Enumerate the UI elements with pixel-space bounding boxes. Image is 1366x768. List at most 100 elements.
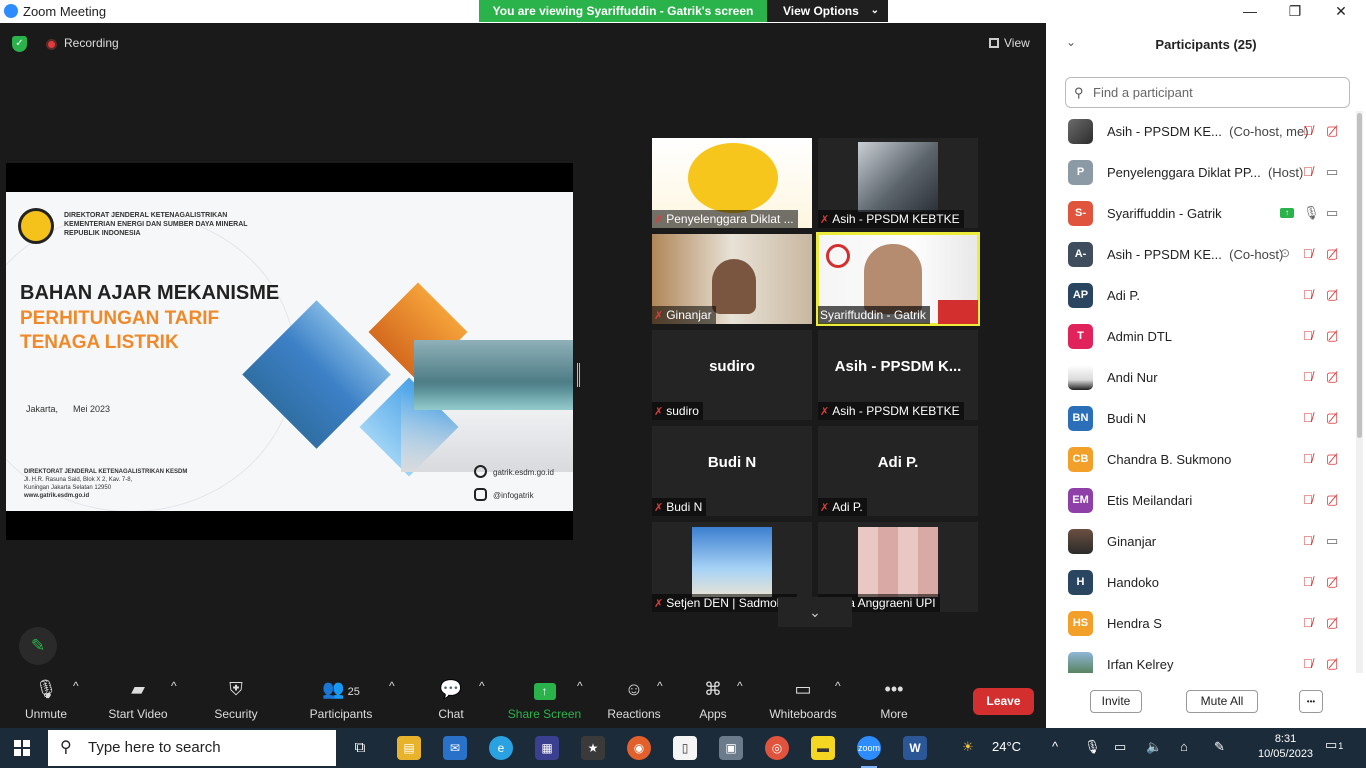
- participant-row[interactable]: AP Adi P. 🎙̸ ▢̸: [1046, 275, 1356, 316]
- video-options-caret[interactable]: ^: [171, 679, 177, 693]
- sticky-notes-icon[interactable]: ▬: [811, 736, 835, 760]
- video-off-icon[interactable]: ▢̸: [1326, 492, 1338, 508]
- video-tile[interactable]: ✗ Penyelenggara Diklat ...: [652, 138, 812, 228]
- chat-button[interactable]: 💬 Chat: [433, 679, 469, 721]
- video-tile-active-speaker[interactable]: Syariffuddin - Gatrik: [816, 232, 980, 326]
- battery-icon[interactable]: ▭: [1114, 739, 1126, 755]
- file-explorer-icon[interactable]: ▤: [397, 736, 421, 760]
- annotate-pencil-icon[interactable]: ✎: [19, 627, 57, 665]
- view-button[interactable]: View: [989, 36, 1030, 50]
- microphone-icon[interactable]: 🎙: [1084, 739, 1101, 755]
- next-page-chevron-icon[interactable]: ⌄: [778, 597, 852, 627]
- close-button[interactable]: ✕: [1318, 0, 1364, 22]
- muted-mic-icon[interactable]: 🎙̸: [1303, 615, 1313, 630]
- video-on-icon[interactable]: ▭: [1326, 164, 1338, 180]
- video-tile[interactable]: Adi P. ✗ Adi P.: [818, 426, 978, 516]
- video-tile[interactable]: sudiro ✗ sudiro: [652, 330, 812, 420]
- chrome-icon[interactable]: ◎: [765, 736, 789, 760]
- minimize-button[interactable]: —: [1227, 0, 1273, 22]
- muted-mic-icon[interactable]: 🎙̸: [1303, 369, 1313, 384]
- resize-handle[interactable]: [577, 363, 580, 387]
- video-off-icon[interactable]: ▢̸: [1326, 656, 1338, 672]
- view-options-button[interactable]: View Options ⌄: [767, 0, 888, 22]
- zoom-taskbar-icon[interactable]: zoom: [857, 736, 881, 768]
- app-icon[interactable]: ★: [581, 736, 605, 760]
- restore-button[interactable]: ❐: [1272, 0, 1318, 22]
- participant-row[interactable]: EM Etis Meilandari 🎙̸ ▢̸: [1046, 480, 1356, 521]
- participants-button[interactable]: 👥 25 Participants: [306, 679, 376, 721]
- reactions-button[interactable]: ☺ Reactions: [605, 679, 663, 721]
- muted-mic-icon[interactable]: 🎙̸: [1303, 492, 1313, 507]
- participant-row[interactable]: P Penyelenggara Diklat PP... (Host) 🎙̸ ▭: [1046, 152, 1356, 193]
- video-tile[interactable]: ✗ Ginanjar: [652, 234, 812, 324]
- video-off-icon[interactable]: ▢̸: [1326, 328, 1338, 344]
- app-icon[interactable]: ▣: [719, 736, 743, 760]
- participant-row[interactable]: S- Syariffuddin - Gatrik ↑ 🎙 ▭: [1046, 193, 1356, 234]
- audio-options-caret[interactable]: ^: [73, 679, 79, 693]
- apps-button[interactable]: ⌘ Apps: [696, 679, 730, 721]
- video-off-icon[interactable]: ▢̸: [1326, 123, 1338, 139]
- participant-row[interactable]: Asih - PPSDM KE... (Co-host, me) 🎙̸ ▢̸: [1046, 111, 1356, 152]
- participant-list-scrollbar[interactable]: [1356, 111, 1363, 673]
- weather-icon[interactable]: ☀: [962, 739, 974, 755]
- muted-mic-icon[interactable]: 🎙̸: [1303, 287, 1313, 302]
- network-icon[interactable]: ⌂: [1180, 739, 1188, 754]
- pen-icon[interactable]: ✎: [1214, 739, 1225, 755]
- participant-row[interactable]: HS Hendra S 🎙̸ ▢̸: [1046, 603, 1356, 644]
- chat-options-caret[interactable]: ^: [479, 679, 485, 693]
- muted-mic-icon[interactable]: 🎙̸: [1303, 164, 1313, 179]
- more-button[interactable]: ••• More: [876, 679, 912, 721]
- video-off-icon[interactable]: ▢̸: [1326, 615, 1338, 631]
- participant-row[interactable]: BN Budi N 🎙̸ ▢̸: [1046, 398, 1356, 439]
- windows-start-icon[interactable]: [14, 740, 30, 756]
- video-off-icon[interactable]: ▢̸: [1326, 410, 1338, 426]
- participant-row[interactable]: CB Chandra B. Sukmono 🎙̸ ▢̸: [1046, 439, 1356, 480]
- participants-options-caret[interactable]: ^: [389, 679, 395, 693]
- video-off-icon[interactable]: ▢̸: [1326, 246, 1338, 262]
- video-tile[interactable]: Asih - PPSDM K... ✗ Asih - PPSDM KEBTKE: [818, 330, 978, 420]
- mute-all-button[interactable]: Mute All: [1186, 690, 1258, 713]
- unmute-button[interactable]: 🎙 Unmute: [20, 679, 72, 721]
- participant-row[interactable]: T Admin DTL 🎙̸ ▢̸: [1046, 316, 1356, 357]
- leave-button[interactable]: Leave: [973, 688, 1034, 715]
- video-off-icon[interactable]: ▢̸: [1326, 287, 1338, 303]
- firefox-icon[interactable]: ◉: [627, 736, 651, 760]
- whiteboards-button[interactable]: ▭ Whiteboards: [767, 679, 839, 721]
- participant-row[interactable]: Irfan Kelrey 🎙̸ ▢̸: [1046, 644, 1356, 673]
- start-video-button[interactable]: ▰ Start Video: [105, 679, 171, 721]
- document-icon[interactable]: ▯: [673, 736, 697, 760]
- taskbar-clock[interactable]: 8:31 10/05/2023: [1258, 732, 1313, 762]
- taskbar-search-input[interactable]: ⚲ Type here to search: [48, 730, 336, 766]
- tray-chevron-icon[interactable]: ^: [1052, 739, 1058, 754]
- word-icon[interactable]: W: [903, 736, 927, 760]
- notification-center-icon[interactable]: ▭1: [1325, 737, 1345, 757]
- participant-row[interactable]: Ginanjar 🎙̸ ▭: [1046, 521, 1356, 562]
- participant-row[interactable]: H Handoko 🎙̸ ▢̸: [1046, 562, 1356, 603]
- security-button[interactable]: ⛨ Security: [210, 679, 262, 721]
- volume-icon[interactable]: 🔈: [1146, 739, 1162, 755]
- muted-mic-icon[interactable]: 🎙̸: [1303, 656, 1313, 671]
- share-screen-button[interactable]: ↑ Share Screen: [507, 679, 582, 721]
- reactions-options-caret[interactable]: ^: [657, 679, 663, 693]
- muted-mic-icon[interactable]: 🎙̸: [1303, 246, 1313, 261]
- muted-mic-icon[interactable]: 🎙̸: [1303, 123, 1313, 138]
- muted-mic-icon[interactable]: 🎙̸: [1303, 533, 1313, 548]
- store-icon[interactable]: ▦: [535, 736, 559, 760]
- whiteboards-options-caret[interactable]: ^: [835, 679, 841, 693]
- video-tile[interactable]: Budi N ✗ Budi N: [652, 426, 812, 516]
- muted-mic-icon[interactable]: 🎙̸: [1303, 410, 1313, 425]
- mic-on-icon[interactable]: 🎙: [1303, 205, 1320, 221]
- muted-mic-icon[interactable]: 🎙̸: [1303, 451, 1313, 466]
- video-tile[interactable]: ✗ Asih - PPSDM KEBTKE: [818, 138, 978, 228]
- task-view-icon[interactable]: ⧉: [348, 736, 372, 760]
- more-options-button[interactable]: •••: [1299, 690, 1323, 713]
- security-shield-icon[interactable]: ✓: [12, 36, 27, 52]
- participant-row[interactable]: Andi Nur 🎙̸ ▢̸: [1046, 357, 1356, 398]
- participant-search-input[interactable]: ⚲ Find a participant: [1065, 77, 1350, 108]
- invite-button[interactable]: Invite: [1090, 690, 1142, 713]
- mail-icon[interactable]: ✉: [443, 736, 467, 760]
- video-off-icon[interactable]: ▢̸: [1326, 369, 1338, 385]
- scrollbar-thumb[interactable]: [1357, 113, 1362, 438]
- apps-options-caret[interactable]: ^: [737, 679, 743, 693]
- video-on-icon[interactable]: ▭: [1326, 533, 1338, 549]
